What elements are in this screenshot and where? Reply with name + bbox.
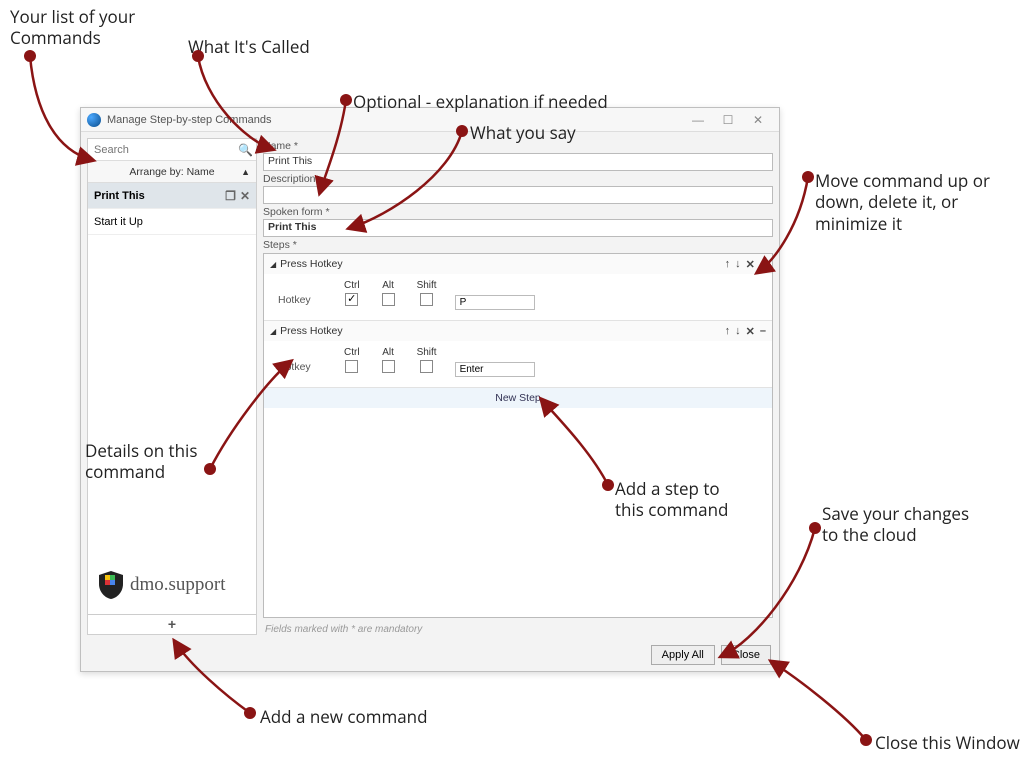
hotkey-label: Hotkey xyxy=(278,347,326,373)
alt-checkbox[interactable] xyxy=(382,293,395,306)
steps-label: Steps * xyxy=(263,239,773,251)
arrange-by-header[interactable]: Arrange by: Name ▲ xyxy=(88,161,256,183)
annotation-list: Your list of your Commands xyxy=(10,6,135,49)
minimize-button[interactable]: — xyxy=(683,113,713,127)
step-delete-icon[interactable]: ✕ xyxy=(746,325,755,338)
annotation-closewin: Close this Window xyxy=(875,732,1020,753)
sort-arrow-icon: ▲ xyxy=(241,167,250,177)
watermark-text: dmo.support xyxy=(130,574,226,596)
window-title: Manage Step-by-step Commands xyxy=(107,114,683,126)
ctrl-checkbox[interactable] xyxy=(345,293,358,306)
steps-container: ◢ Press Hotkey ↑ ↓ ✕ – Hotkey Ctrl xyxy=(263,253,773,618)
arrange-by-label: Arrange by: Name xyxy=(129,166,214,178)
ctrl-label: Ctrl xyxy=(344,280,360,291)
key-input[interactable] xyxy=(455,295,535,310)
alt-label: Alt xyxy=(382,280,394,291)
shield-icon xyxy=(98,570,124,600)
step-move-up-icon[interactable]: ↑ xyxy=(725,258,731,270)
annotation-name: What It's Called xyxy=(188,36,310,57)
duplicate-icon[interactable]: ❐ xyxy=(225,189,236,203)
watermark: dmo.support xyxy=(98,570,226,600)
step-header[interactable]: ◢ Press Hotkey ↑ ↓ ✕ – xyxy=(264,254,772,274)
spoken-form-input[interactable]: Print This xyxy=(263,219,773,237)
step-move-down-icon[interactable]: ↓ xyxy=(735,258,741,270)
name-label: Name * xyxy=(263,140,773,152)
command-row-start-it-up[interactable]: Start it Up xyxy=(88,209,256,235)
alt-checkbox[interactable] xyxy=(382,360,395,373)
annotation-addcmd: Add a new command xyxy=(260,706,428,727)
add-command-button[interactable]: + xyxy=(88,614,256,634)
command-list-sidebar: 🔍 Arrange by: Name ▲ Print This ❐ ✕ Star… xyxy=(87,138,257,635)
ctrl-label: Ctrl xyxy=(344,347,360,358)
search-icon[interactable]: 🔍 xyxy=(238,143,253,157)
step-title: Press Hotkey xyxy=(280,325,720,337)
annotation-save: Save your changes to the cloud xyxy=(822,503,969,546)
new-step-button[interactable]: New Step xyxy=(264,388,772,408)
command-row-print-this[interactable]: Print This ❐ ✕ xyxy=(88,183,256,209)
alt-label: Alt xyxy=(382,347,394,358)
delete-icon[interactable]: ✕ xyxy=(240,189,250,203)
command-label: Start it Up xyxy=(94,216,143,228)
step-row: ◢ Press Hotkey ↑ ↓ ✕ – Hotkey Ctrl xyxy=(264,321,772,388)
footer: Apply All Close xyxy=(81,639,779,671)
step-collapse-icon[interactable]: – xyxy=(760,325,766,337)
close-window-button[interactable]: ✕ xyxy=(743,113,773,127)
search-bar: 🔍 xyxy=(88,139,256,161)
shift-checkbox[interactable] xyxy=(420,360,433,373)
search-input[interactable] xyxy=(92,143,238,157)
step-row: ◢ Press Hotkey ↑ ↓ ✕ – Hotkey Ctrl xyxy=(264,254,772,321)
hotkey-label: Hotkey xyxy=(278,280,326,306)
close-button[interactable]: Close xyxy=(721,645,771,665)
titlebar: Manage Step-by-step Commands — ☐ ✕ xyxy=(81,108,779,132)
annotation-movecmd: Move command up or down, delete it, or m… xyxy=(815,170,990,234)
key-input[interactable] xyxy=(455,362,535,377)
spoken-form-label: Spoken form * xyxy=(263,206,773,218)
step-collapse-icon[interactable]: – xyxy=(760,258,766,270)
shift-label: Shift xyxy=(417,280,437,291)
step-delete-icon[interactable]: ✕ xyxy=(746,258,755,271)
description-label: Description xyxy=(263,173,773,185)
apply-all-button[interactable]: Apply All xyxy=(651,645,715,665)
mandatory-note: Fields marked with * are mandatory xyxy=(263,618,773,635)
step-move-up-icon[interactable]: ↑ xyxy=(725,325,731,337)
step-title: Press Hotkey xyxy=(280,258,720,270)
caret-icon: ◢ xyxy=(270,327,276,336)
shift-checkbox[interactable] xyxy=(420,293,433,306)
caret-icon: ◢ xyxy=(270,260,276,269)
maximize-button[interactable]: ☐ xyxy=(713,113,743,127)
ctrl-checkbox[interactable] xyxy=(345,360,358,373)
app-icon xyxy=(87,113,101,127)
step-header[interactable]: ◢ Press Hotkey ↑ ↓ ✕ – xyxy=(264,321,772,341)
step-move-down-icon[interactable]: ↓ xyxy=(735,325,741,337)
command-label: Print This xyxy=(94,190,145,202)
shift-label: Shift xyxy=(417,347,437,358)
command-editor: Name * Print This Description Spoken for… xyxy=(263,138,773,635)
name-input[interactable]: Print This xyxy=(263,153,773,171)
description-input[interactable] xyxy=(263,186,773,204)
